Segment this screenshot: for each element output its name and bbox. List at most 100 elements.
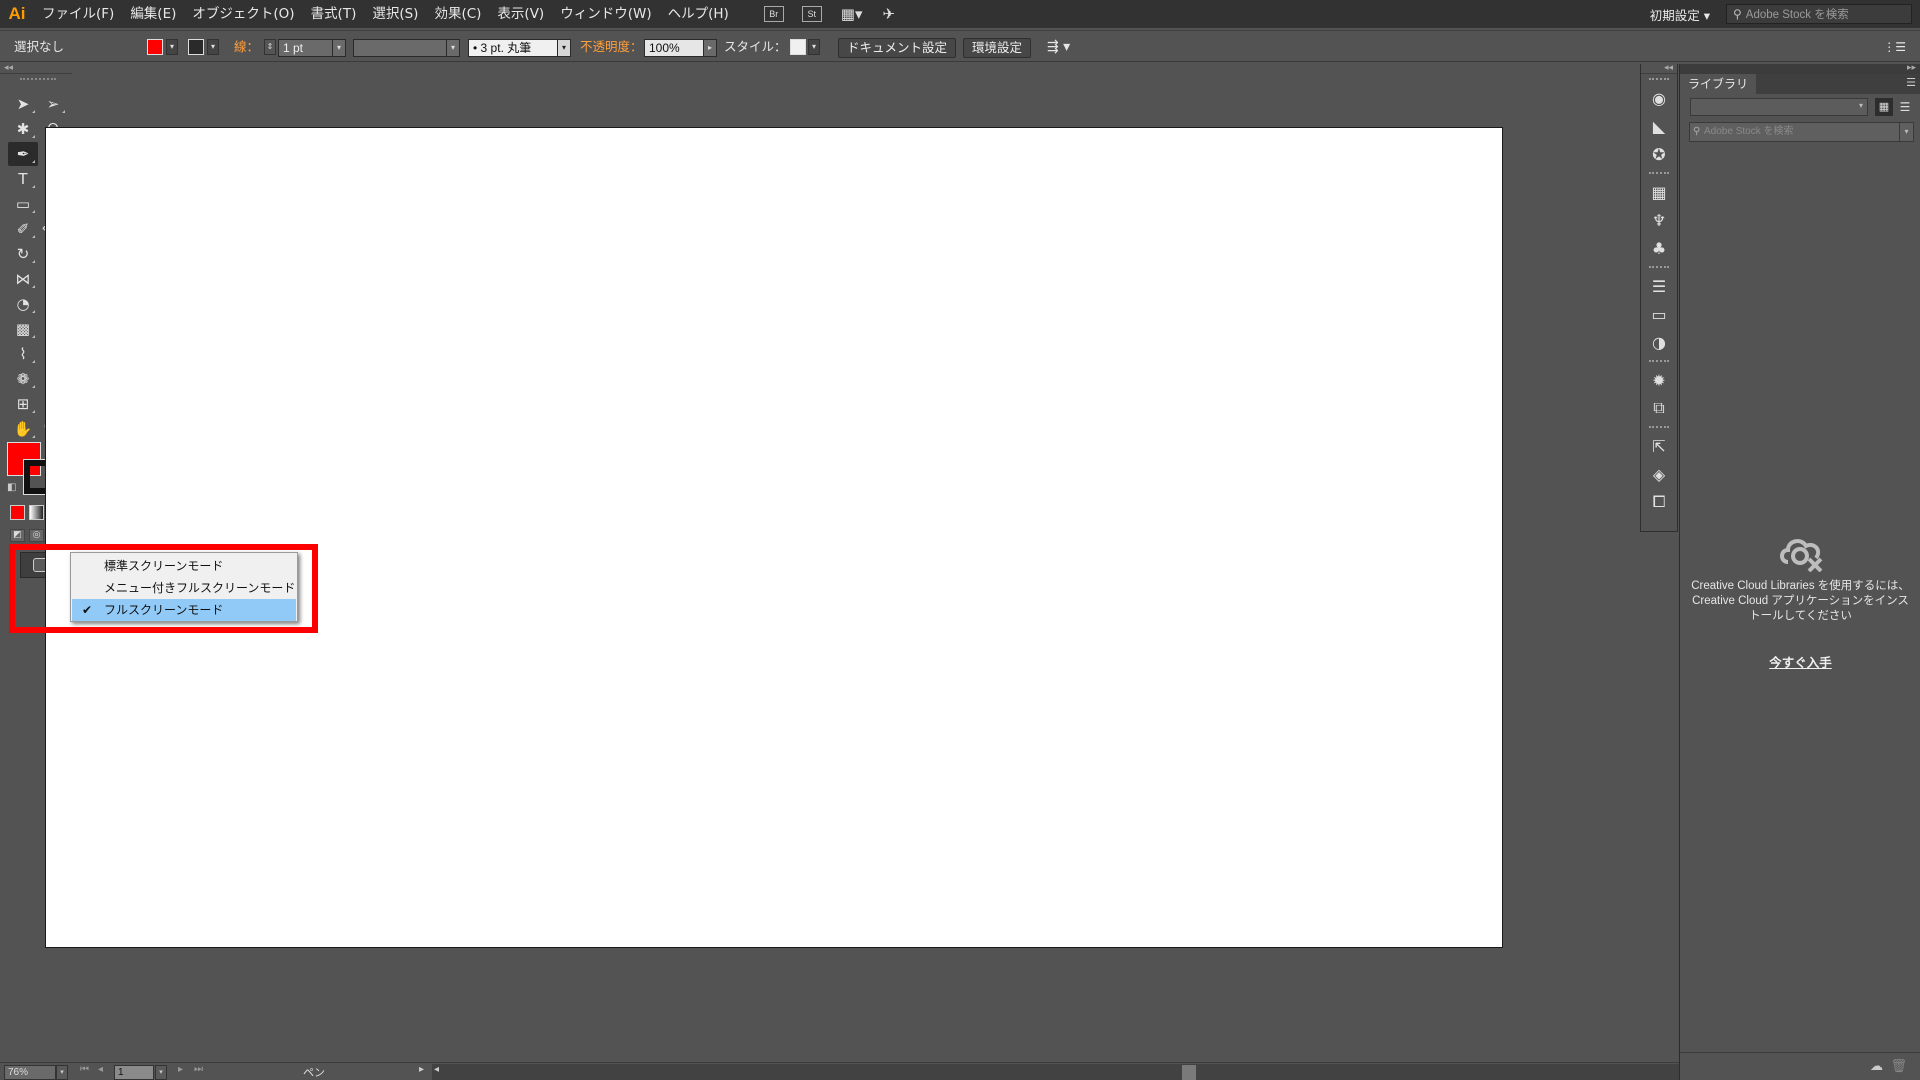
menu-help[interactable]: ヘルプ(H) (660, 0, 737, 28)
variable-width-dropdown[interactable]: ▾ (446, 39, 460, 57)
tab-libraries[interactable]: ライブラリ (1680, 74, 1757, 94)
artboard[interactable] (45, 127, 1503, 948)
artboards-icon[interactable]: ⧠ (1641, 488, 1677, 516)
eyedropper-tool[interactable]: ⌇ (8, 342, 38, 366)
bridge-button[interactable]: Br (763, 6, 784, 22)
menu-file[interactable]: ファイル(F) (34, 0, 122, 28)
stock-search-input[interactable]: ⚲ Adobe Stock を検索 (1726, 4, 1912, 24)
previous-artboard-icon[interactable]: ◂ (98, 1064, 103, 1075)
stroke-weight-field[interactable]: 1 pt (278, 39, 334, 57)
menu-view[interactable]: 表示(V) (489, 0, 552, 28)
rectangle-tool[interactable]: ▭ (8, 192, 38, 216)
dock-group-grip[interactable] (1649, 172, 1669, 176)
gpu-performance-icon[interactable]: ✈ (882, 5, 895, 23)
color-mode-button[interactable] (10, 505, 25, 520)
grid-view-icon[interactable]: ▦ (1875, 98, 1893, 116)
scrollbar-thumb[interactable] (1182, 1065, 1196, 1080)
cc-sync-icon[interactable]: ☁ (1870, 1059, 1883, 1074)
menu-object[interactable]: オブジェクト(O) (184, 0, 302, 28)
magic-wand-tool[interactable]: ✱ (8, 117, 38, 141)
gradient-mode-button[interactable] (29, 505, 44, 520)
scroll-left-icon[interactable]: ◂ (434, 1064, 439, 1075)
brush-dropdown[interactable]: ▾ (557, 39, 571, 57)
workspace-switcher[interactable]: 初期設定 ▾ (1650, 5, 1710, 24)
dock-group-grip[interactable] (1649, 78, 1669, 82)
artboard-number-field[interactable]: 1 (114, 1065, 154, 1080)
get-now-link[interactable]: 今すぐ入手 (1680, 652, 1920, 671)
gradient-icon[interactable]: ▭ (1641, 300, 1677, 328)
artboard-tool[interactable]: ⊞ (8, 392, 38, 416)
direct-selection-tool[interactable]: ➢ (38, 92, 68, 116)
opacity-field[interactable]: 100% (644, 39, 704, 57)
expand-dock-icon[interactable]: ◂◂ (1641, 64, 1677, 74)
next-artboard-icon[interactable]: ▸ (178, 1064, 183, 1075)
align-options-icon[interactable]: ⇶ ▾ (1047, 37, 1070, 57)
hand-tool[interactable]: ✋ (8, 417, 38, 441)
trash-icon[interactable]: 🗑 (1890, 1059, 1907, 1074)
menu-effect[interactable]: 効果(C) (426, 0, 489, 28)
stroke-stepper[interactable]: ⇕ (264, 39, 276, 55)
layers-icon[interactable]: ◈ (1641, 460, 1677, 488)
brush-library-icon[interactable]: ♆ (1641, 206, 1677, 234)
transparency-icon[interactable]: ◑ (1641, 328, 1677, 356)
list-view-icon[interactable]: ☰ (1896, 98, 1914, 116)
library-search-input[interactable]: ⚲ Adobe Stock を検索 ▾ (1689, 122, 1914, 142)
opacity-label[interactable]: 不透明度： (580, 37, 643, 57)
selection-tool[interactable]: ➤ (8, 92, 38, 116)
menu-window[interactable]: ウィンドウ(W) (552, 0, 659, 28)
opacity-dropdown[interactable]: ▸ (703, 39, 717, 57)
preferences-button[interactable]: 環境設定 (963, 38, 1032, 58)
collapse-panel-icon[interactable]: ▸▸ (1680, 64, 1920, 74)
width-tool[interactable]: ⋈ (8, 267, 38, 291)
fill-swatch[interactable] (147, 39, 163, 55)
shaper-tool[interactable]: ✐ (8, 217, 38, 241)
symbols-icon[interactable]: ✪ (1641, 140, 1677, 168)
graphic-style-dropdown[interactable]: ▾ (808, 39, 820, 55)
stroke-swatch[interactable] (188, 39, 204, 55)
brushes-icon[interactable]: ◣ (1641, 112, 1677, 140)
collapse-toolbar-icon[interactable]: ◂◂ (0, 64, 72, 74)
default-fill-stroke-icon[interactable]: ◧ (7, 482, 16, 493)
draw-behind-button[interactable]: ◎ (29, 529, 44, 542)
stock-button[interactable]: St (801, 6, 822, 22)
panel-menu-icon[interactable]: ⋮☰ (1883, 37, 1906, 57)
dock-group-grip[interactable] (1649, 266, 1669, 270)
menu-select[interactable]: 選択(S) (364, 0, 426, 28)
horizontal-scrollbar[interactable]: ◂ (432, 1064, 1679, 1080)
status-menu-icon[interactable]: ▸ (419, 1064, 424, 1075)
export-icon[interactable]: ⇱ (1641, 432, 1677, 460)
variable-width-field[interactable] (353, 39, 453, 57)
arrange-documents-icon[interactable]: ▦▾ (841, 5, 863, 23)
zoom-dropdown[interactable]: ▾ (56, 1065, 68, 1080)
stroke-weight-dropdown[interactable]: ▾ (332, 39, 346, 57)
menu-edit[interactable]: 編集(E) (122, 0, 184, 28)
swatches-grid-icon[interactable]: ▦ (1641, 178, 1677, 206)
draw-normal-button[interactable]: ◩ (10, 529, 25, 542)
type-tool[interactable]: T (8, 167, 38, 191)
shape-builder-tool[interactable]: ◔ (8, 292, 38, 316)
brush-definition-field[interactable]: • 3 pt. 丸筆 (468, 39, 558, 57)
appearance-icon[interactable]: ✹ (1641, 366, 1677, 394)
menu-type[interactable]: 書式(T) (303, 0, 365, 28)
graphic-styles-icon[interactable]: ⧉ (1641, 394, 1677, 422)
artboard-dropdown[interactable]: ▾ (155, 1065, 167, 1080)
pen-tool[interactable]: ✒ (8, 142, 38, 166)
dock-group-grip[interactable] (1649, 426, 1669, 430)
symbol-sprayer-tool[interactable]: ❁ (8, 367, 38, 391)
last-artboard-icon[interactable]: ⏭ (194, 1064, 203, 1075)
document-setup-button[interactable]: ドキュメント設定 (838, 38, 957, 58)
club-symbol-icon[interactable]: ♣ (1641, 234, 1677, 262)
stroke-icon[interactable]: ☰ (1641, 272, 1677, 300)
zoom-field[interactable]: 76% (4, 1065, 56, 1080)
mesh-tool[interactable]: ▩ (8, 317, 38, 341)
stroke-dropdown[interactable]: ▾ (207, 39, 219, 55)
panel-menu-icon[interactable]: ☰ (1906, 76, 1916, 89)
stroke-label[interactable]: 線： (234, 37, 259, 57)
first-artboard-icon[interactable]: ⏮ (80, 1064, 89, 1075)
rotate-tool[interactable]: ↻ (8, 242, 38, 266)
search-dropdown-icon[interactable]: ▾ (1899, 123, 1913, 141)
library-select[interactable]: ▾ (1690, 98, 1868, 116)
fill-dropdown[interactable]: ▾ (166, 39, 178, 55)
graphic-style-swatch[interactable] (790, 39, 806, 55)
dock-group-grip[interactable] (1649, 360, 1669, 364)
